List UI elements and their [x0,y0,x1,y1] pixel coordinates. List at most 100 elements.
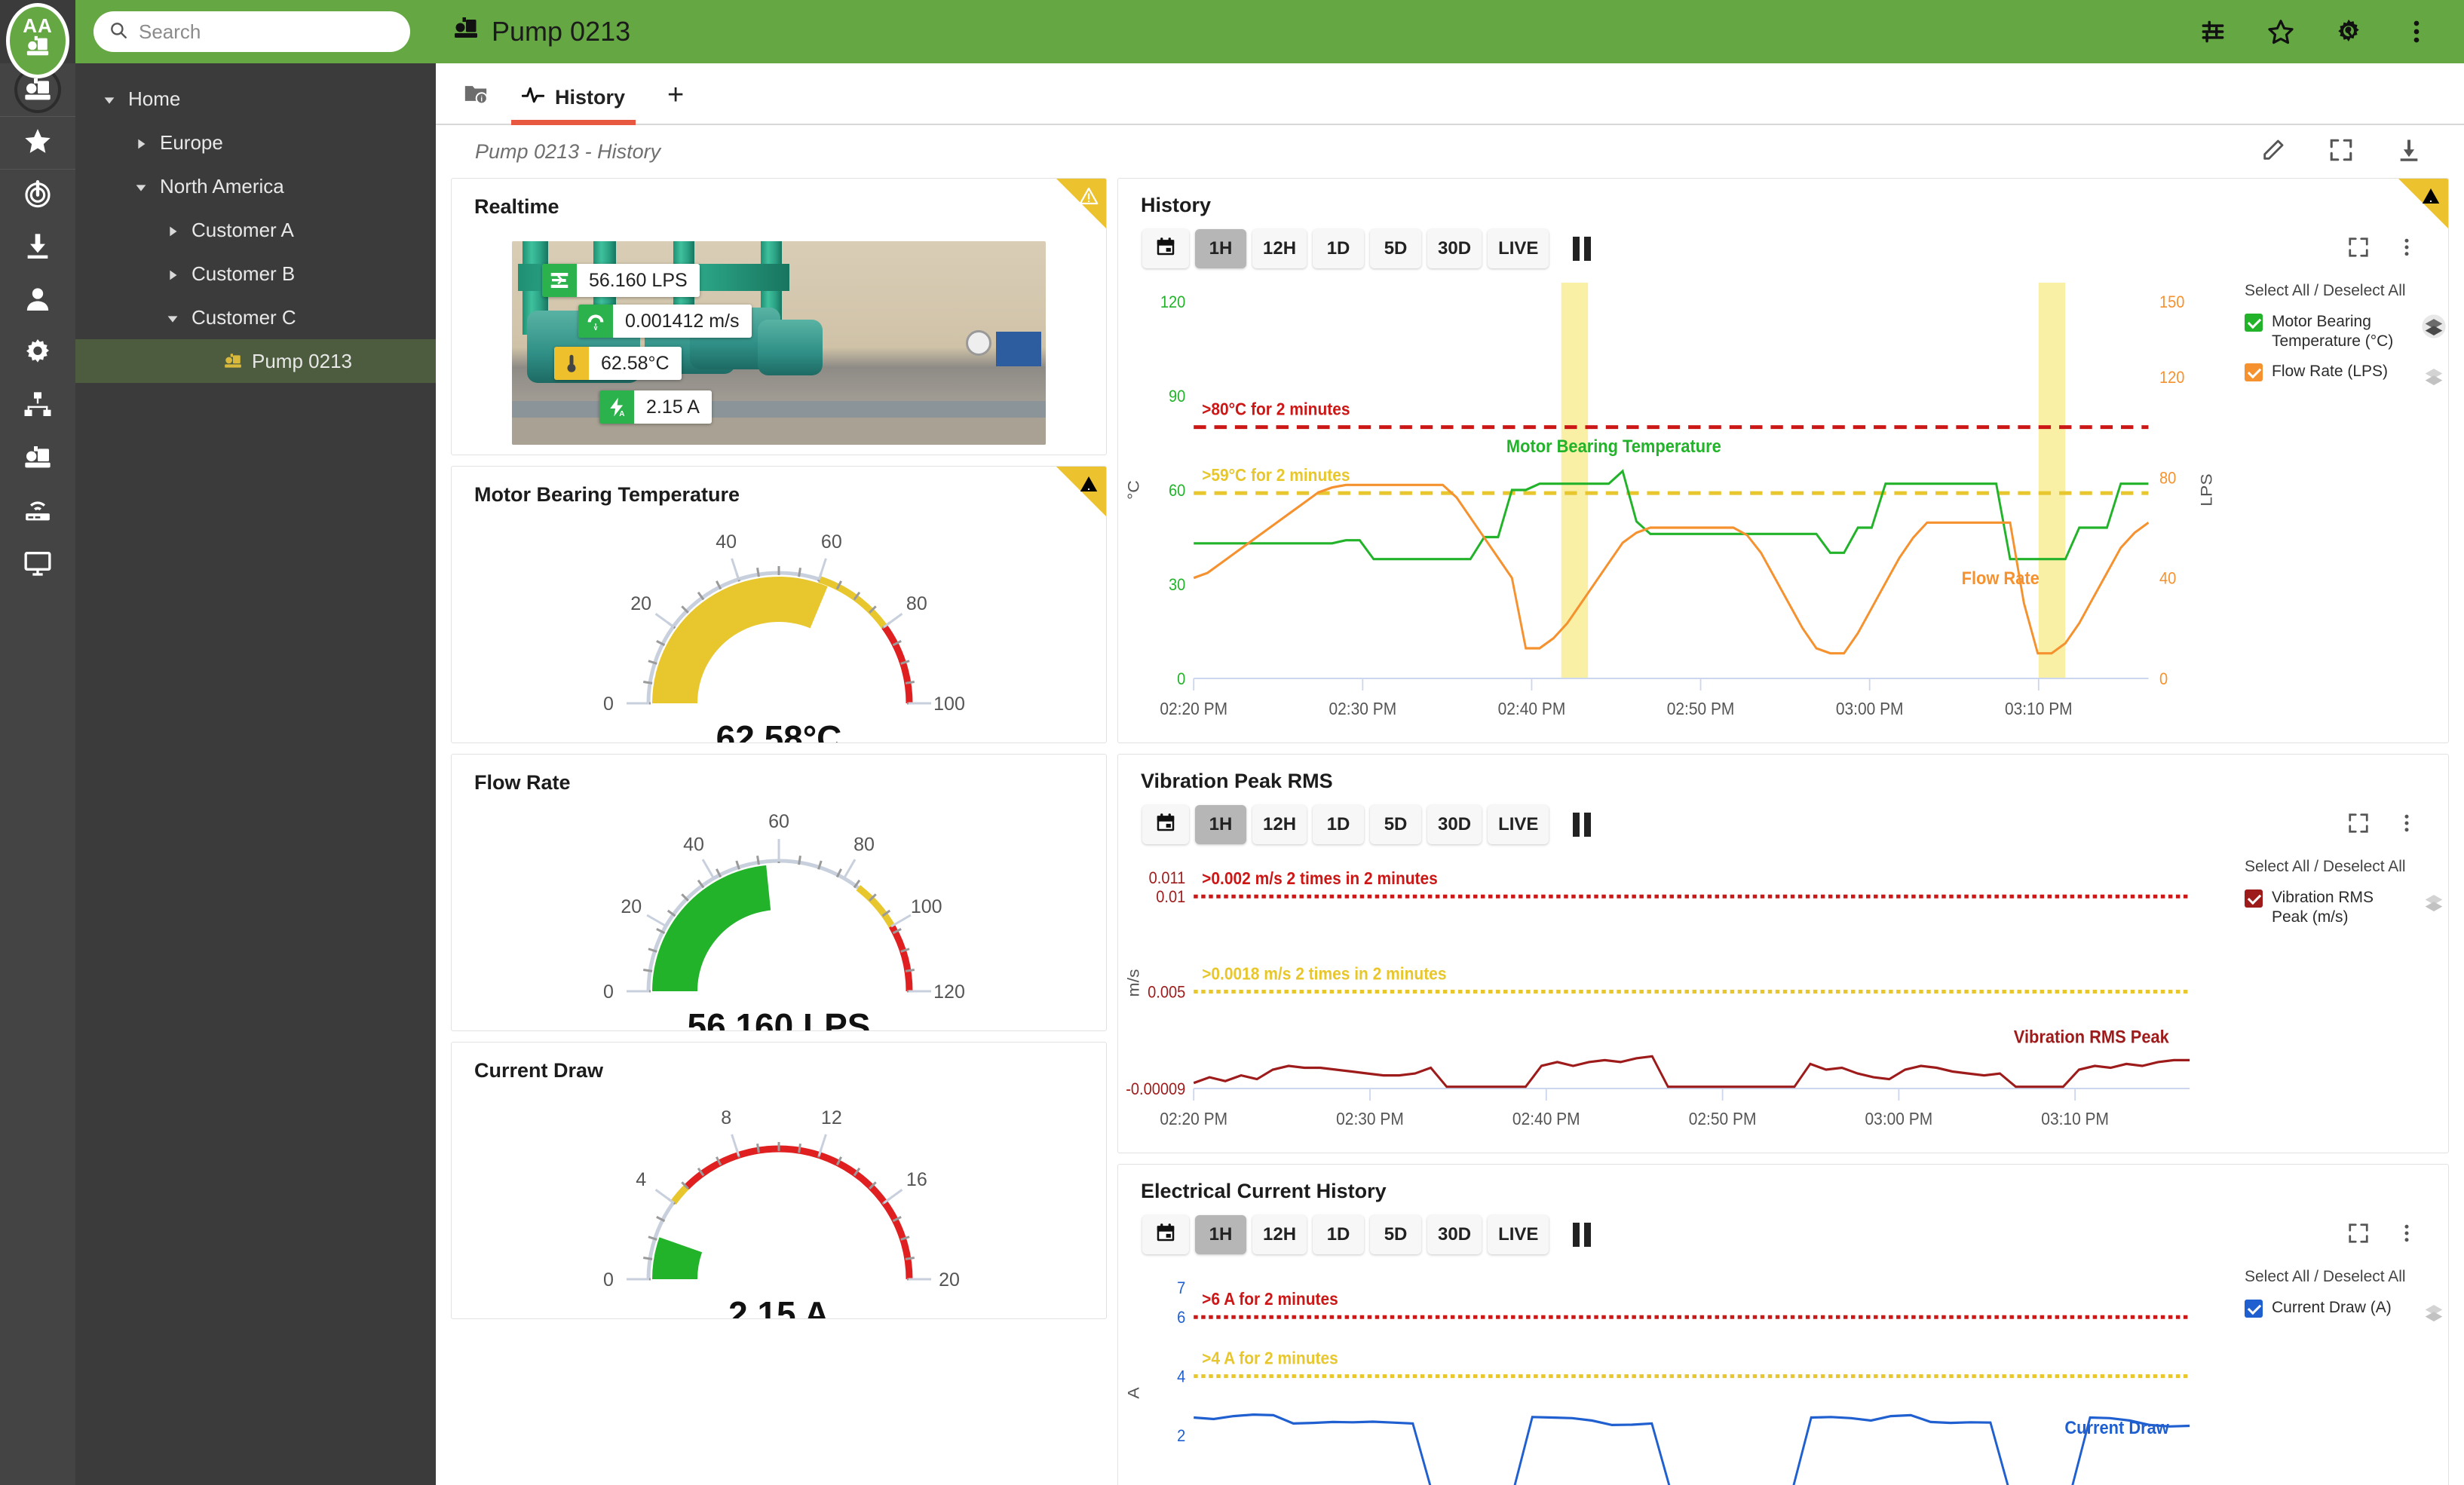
breadcrumb: Pump 0213 - History [475,139,661,163]
kebab-menu-icon[interactable] [2402,17,2431,46]
series-label: Flow Rate [1962,568,2040,588]
range-button-1h[interactable]: 1H [1195,1215,1246,1254]
search-box[interactable] [93,11,410,52]
legend-checkbox[interactable] [2245,314,2263,332]
series-label: Vibration RMS Peak [2014,1027,2169,1047]
display-icon [23,548,53,582]
chart-plot-area[interactable]: 02:20 PM02:30 PM02:40 PM02:50 PM03:00 PM… [1118,1257,2245,1485]
warning-icon [1080,476,1098,491]
legend-select-all[interactable]: Select All / Deselect All [2245,858,2448,876]
range-button-30d[interactable]: 30D [1427,1215,1482,1254]
download-icon[interactable] [2396,137,2422,167]
range-button-1d[interactable]: 1D [1313,805,1365,844]
range-button-12h[interactable]: 12H [1252,1215,1307,1254]
x-tick-label: 02:50 PM [1689,1109,1757,1128]
range-button-live[interactable]: LIVE [1488,229,1549,268]
rail-item-gateways[interactable] [0,485,75,538]
calendar-button[interactable] [1142,1215,1189,1254]
sidebar-item-customer-b[interactable]: Customer B [75,252,436,295]
tab-folder[interactable]: i [455,81,501,124]
legend-row[interactable]: Flow Rate (LPS) [2245,362,2448,390]
range-button-live[interactable]: LIVE [1488,805,1549,844]
rail-item-settings[interactable] [0,327,75,380]
calendar-button[interactable] [1142,805,1189,844]
fullscreen-icon[interactable] [2347,812,2370,838]
series-line [1194,1413,2190,1485]
pencil-icon[interactable] [2260,137,2286,167]
rail-item-equipment[interactable] [0,433,75,485]
rail-item-downloads[interactable] [0,222,75,274]
tab-history[interactable]: History [501,84,646,125]
tab-label: History [555,86,626,109]
sidebar-item-europe[interactable]: Europe [75,121,436,164]
rail-item-displays[interactable] [0,538,75,591]
layers-icon[interactable] [2420,1298,2448,1327]
legend-checkbox[interactable] [2245,889,2263,908]
main-panel: i History + Pump 0213 - History Realtime… [436,63,2464,1485]
chart-legend: Select All / Deselect All Vibration RMS … [2245,847,2448,1153]
range-button-30d[interactable]: 30D [1427,229,1482,268]
pause-button[interactable] [1573,1223,1592,1247]
fullscreen-icon[interactable] [2347,236,2370,262]
x-tick-label: 02:30 PM [1329,699,1396,718]
tab-add-button[interactable]: + [646,79,705,124]
range-button-1h[interactable]: 1H [1195,805,1246,844]
chevron-right-icon[interactable] [164,222,181,238]
layers-icon[interactable] [2420,888,2448,917]
chart-cards: History 1H 12H 1D 5D 30D LIVE 02:20 PM 0… [1117,178,2449,1485]
legend-select-all[interactable]: Select All / Deselect All [2245,1268,2448,1286]
sidebar-item-pump-0213[interactable]: Pump 0213 [75,339,436,383]
rail-item-power[interactable] [0,169,75,222]
tuner-icon[interactable] [2199,17,2227,46]
sidebar-item-home[interactable]: Home [75,77,436,121]
pause-button[interactable] [1573,813,1592,837]
layers-icon[interactable] [2420,362,2448,390]
legend-row[interactable]: Motor Bearing Temperature (°C) [2245,312,2448,351]
range-button-1d[interactable]: 1D [1313,1215,1365,1254]
rail-item-users[interactable] [0,274,75,327]
layers-icon[interactable] [2420,312,2448,341]
sidebar-item-customer-a[interactable]: Customer A [75,208,436,252]
range-button-12h[interactable]: 12H [1252,805,1307,844]
rail-item-hierarchy[interactable] [0,380,75,433]
chart-plot-area[interactable]: 02:20 PM02:30 PM02:40 PM02:50 PM03:00 PM… [1118,847,2245,1153]
sidebar-item-customer-c[interactable]: Customer C [75,295,436,339]
rail-item-favorites[interactable] [0,116,75,169]
svg-text:40: 40 [716,531,737,553]
kebab-menu-icon[interactable] [2395,812,2418,838]
legend-row[interactable]: Vibration RMS Peak (m/s) [2245,888,2448,927]
chart-plot-area[interactable]: 02:20 PM02:30 PM02:40 PM02:50 PM03:00 PM… [1118,271,2245,742]
chevron-right-icon[interactable] [164,265,181,282]
kebab-menu-icon[interactable] [2395,1222,2418,1248]
chevron-down-icon[interactable] [101,90,118,107]
chevron-right-icon[interactable] [133,134,149,151]
chevron-down-icon[interactable] [133,178,149,194]
warning-icon [1079,187,1099,205]
gear-wrench-icon[interactable] [2334,17,2363,46]
sidebar-item-north-america[interactable]: North America [75,164,436,208]
chevron-down-icon[interactable] [164,309,181,326]
star-icon[interactable] [2266,17,2295,46]
legend-row[interactable]: Current Draw (A) [2245,1298,2448,1327]
range-button-group: 1H 12H 1D 5D 30D LIVE [1142,805,1549,844]
legend-checkbox[interactable] [2245,363,2263,381]
legend-select-all[interactable]: Select All / Deselect All [2245,282,2448,300]
legend-checkbox[interactable] [2245,1300,2263,1318]
search-input[interactable] [139,20,395,44]
range-button-5d[interactable]: 5D [1370,229,1422,268]
app-logo[interactable]: AA [6,3,69,78]
fullscreen-icon[interactable] [2347,1222,2370,1248]
range-button-live[interactable]: LIVE [1488,1215,1549,1254]
range-button-1d[interactable]: 1D [1313,229,1365,268]
kebab-menu-icon[interactable] [2395,236,2418,262]
fullscreen-icon[interactable] [2328,137,2354,167]
range-button-5d[interactable]: 5D [1370,1215,1422,1254]
pause-button[interactable] [1573,237,1592,261]
range-button-12h[interactable]: 12H [1252,229,1307,268]
range-button-5d[interactable]: 5D [1370,805,1422,844]
range-button-30d[interactable]: 30D [1427,805,1482,844]
range-button-1h[interactable]: 1H [1195,229,1246,268]
chart-plot: 02:20 PM 02:30 PM 02:40 PM 02:50 PM 03:00 PM… [1124,283,2215,718]
chart-plot: 02:20 PM 02:30 PM 02:40 PM 02:50 PM 03:00 PM… [1124,868,2190,1128]
calendar-button[interactable] [1142,229,1189,268]
